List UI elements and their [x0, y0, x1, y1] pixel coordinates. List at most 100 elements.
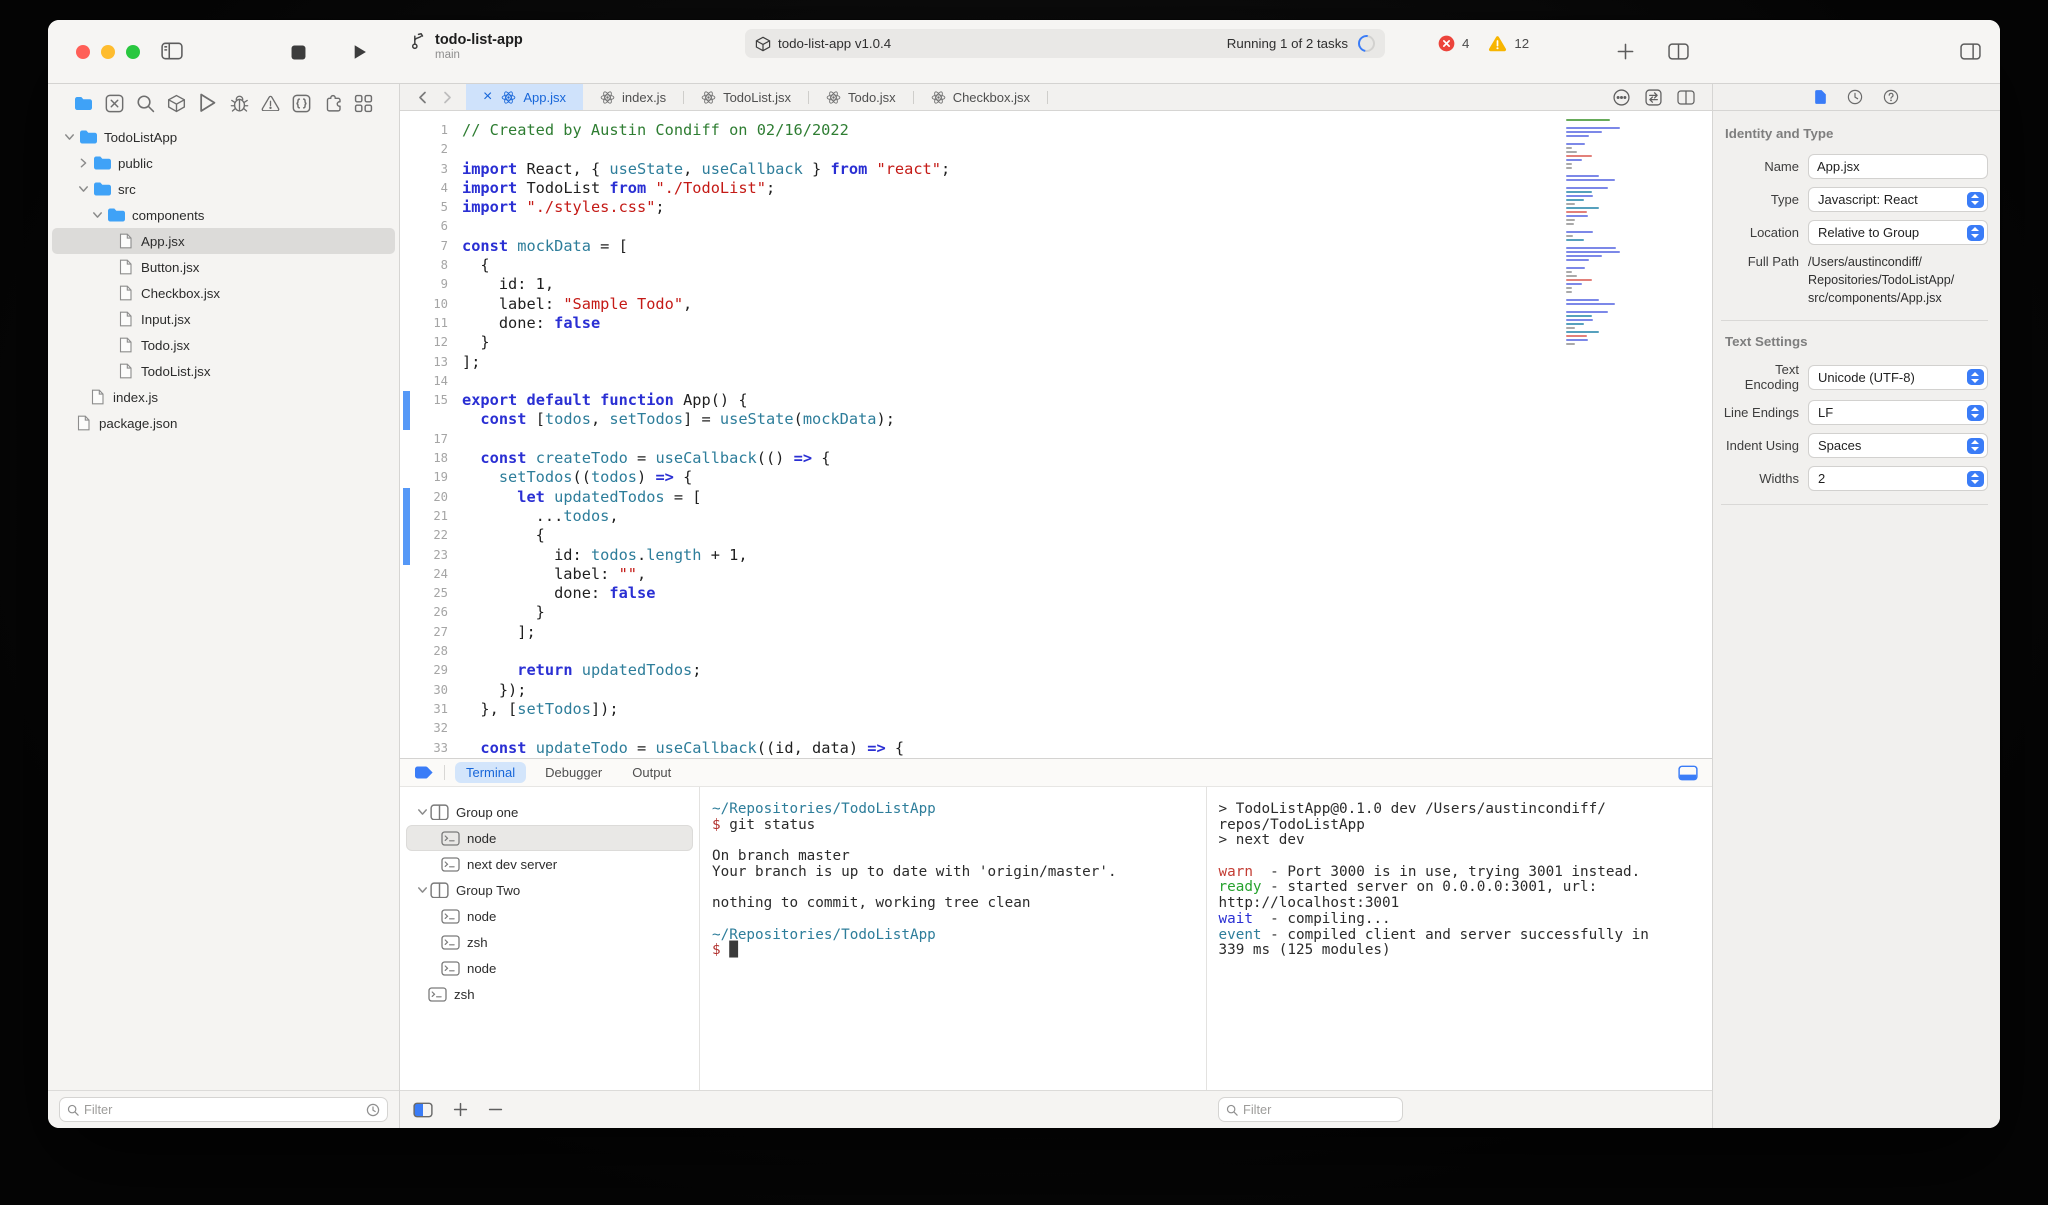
sidebar-item-app-jsx[interactable]: App.jsx — [52, 228, 395, 254]
terminal-split-toggle-icon[interactable] — [413, 1102, 433, 1118]
code-editor[interactable]: 1 // Created by Austin Condiff on 02/16/2… — [400, 111, 1712, 758]
code-line[interactable]: 20 let updatedTodos = [ — [400, 487, 1712, 507]
chevron-right-icon[interactable] — [76, 158, 91, 168]
code-line[interactable]: 13]; — [400, 353, 1712, 372]
project-title-block[interactable]: todo-list-app main — [410, 31, 523, 62]
sidebar-filter-input[interactable] — [79, 1102, 366, 1117]
sidebar-item-src[interactable]: src — [52, 176, 395, 202]
chevron-down-icon[interactable] — [415, 807, 430, 817]
terminal-item-zsh[interactable]: zsh — [406, 981, 693, 1007]
code-line[interactable]: const [todos, setTodos] = useState(mockD… — [400, 410, 1712, 430]
swap-file-icon[interactable] — [1645, 88, 1662, 106]
search-navigator-icon[interactable] — [136, 94, 155, 113]
code-line[interactable]: 19 setTodos((todos) => { — [400, 468, 1712, 487]
code-line[interactable]: 30 }); — [400, 681, 1712, 700]
line-endings-dropdown[interactable]: LF — [1808, 400, 1988, 425]
package-navigator-icon[interactable] — [167, 94, 186, 113]
code-line[interactable]: 6 — [400, 217, 1712, 236]
sidebar-item-checkbox-jsx[interactable]: Checkbox.jsx — [52, 280, 395, 306]
status-bar[interactable]: todo-list-app v1.0.4 Running 1 of 2 task… — [745, 29, 1385, 58]
code-line[interactable]: 22 { — [400, 526, 1712, 546]
file-inspector-icon[interactable] — [1814, 89, 1827, 105]
type-dropdown[interactable]: Javascript: React — [1808, 187, 1988, 212]
panel-tab-output[interactable]: Output — [621, 762, 682, 783]
forward-button[interactable] — [443, 91, 452, 104]
sidebar-filter[interactable] — [59, 1097, 388, 1122]
issues-navigator-icon[interactable] — [261, 94, 280, 113]
back-button[interactable] — [418, 91, 427, 104]
run-button[interactable] — [352, 44, 367, 60]
tab-todolist-jsx[interactable]: TodoList.jsx — [684, 84, 808, 110]
code-line[interactable]: 33 const updateTodo = useCallback((id, d… — [400, 739, 1712, 758]
name-field[interactable] — [1808, 154, 1988, 179]
code-line[interactable]: 26 } — [400, 603, 1712, 622]
chevron-down-icon[interactable] — [62, 132, 77, 142]
code-line[interactable]: 15 export default function App() { — [400, 391, 1712, 411]
code-line[interactable]: 5 import "./styles.css"; — [400, 198, 1712, 217]
add-tab-button[interactable] — [1616, 42, 1635, 61]
close-button[interactable] — [76, 45, 90, 59]
code-line[interactable]: 21 ...todos, — [400, 506, 1712, 527]
help-inspector-icon[interactable] — [1883, 89, 1899, 105]
tab-app-jsx[interactable]: × App.jsx — [466, 84, 583, 110]
terminal-item-node[interactable]: node — [406, 955, 693, 981]
editor-layout-button[interactable] — [1668, 43, 1689, 60]
code-line[interactable]: 18 const createTodo = useCallback(() => … — [400, 449, 1712, 468]
tab-checkbox-jsx[interactable]: Checkbox.jsx — [914, 84, 1047, 110]
tab-todo-jsx[interactable]: Todo.jsx — [809, 84, 913, 110]
sidebar-item-public[interactable]: public — [52, 150, 395, 176]
code-line[interactable]: 3 import React, { useState, useCallback }… — [400, 160, 1712, 179]
overview-navigator-icon[interactable] — [354, 94, 373, 113]
stop-button[interactable] — [291, 45, 306, 60]
code-line[interactable]: 24 label: "", — [400, 565, 1712, 584]
terminal-output-middle[interactable]: ~/Repositories/TodoListApp $ git status O… — [700, 787, 1207, 1090]
code-line[interactable]: 31 }, [setTodos]); — [400, 700, 1712, 719]
code-line[interactable]: 12 } — [400, 333, 1712, 352]
collapse-panel-icon[interactable] — [1678, 765, 1698, 781]
inspector-toggle-button[interactable] — [1960, 43, 1981, 60]
run-navigator-icon[interactable] — [198, 93, 217, 113]
panel-tab-terminal[interactable]: Terminal — [455, 762, 527, 783]
encoding-dropdown[interactable]: Unicode (UTF-8) — [1808, 364, 1988, 390]
zoom-button[interactable] — [126, 45, 140, 59]
minimap[interactable] — [1566, 119, 1620, 347]
tab-index-js[interactable]: index.js — [583, 84, 683, 110]
symbols-navigator-icon[interactable] — [105, 94, 124, 113]
terminal-filter-input[interactable] — [1238, 1102, 1395, 1117]
debug-navigator-icon[interactable] — [230, 94, 249, 113]
sidebar-item-index-js[interactable]: index.js — [52, 384, 395, 410]
sidebar-item-package-json[interactable]: package.json — [52, 410, 395, 436]
code-line[interactable]: 9 id: 1, — [400, 275, 1712, 294]
code-line[interactable]: 28 — [400, 642, 1712, 661]
extensions-navigator-icon[interactable] — [323, 94, 342, 113]
remove-terminal-button[interactable] — [488, 1102, 503, 1117]
code-line[interactable]: 7 const mockData = [ — [400, 237, 1712, 256]
code-line[interactable]: 23 id: todos.length + 1, — [400, 545, 1712, 565]
code-line[interactable]: 1 // Created by Austin Condiff on 02/16/2… — [400, 121, 1712, 140]
terminal-filter[interactable] — [1218, 1097, 1403, 1122]
close-tab-icon[interactable]: × — [483, 89, 492, 105]
terminal-item-next-dev-server[interactable]: next dev server — [406, 851, 693, 877]
chevron-down-icon[interactable] — [90, 210, 105, 220]
chevron-down-icon[interactable] — [76, 184, 91, 194]
sidebar-item-button-jsx[interactable]: Button.jsx — [52, 254, 395, 280]
location-dropdown[interactable]: Relative to Group — [1808, 220, 1988, 245]
code-line[interactable]: 11 done: false — [400, 314, 1712, 333]
flag-icon[interactable] — [414, 765, 434, 780]
widths-stepper[interactable]: 2 — [1808, 466, 1988, 491]
sidebar-toggle-button[interactable] — [161, 42, 183, 60]
sidebar-item-components[interactable]: components — [52, 202, 395, 228]
chevron-down-icon[interactable] — [415, 885, 430, 895]
panel-tab-debugger[interactable]: Debugger — [534, 762, 613, 783]
terminal-item-group-one[interactable]: Group one — [406, 799, 693, 825]
terminal-output-right[interactable]: > TodoListApp@0.1.0 dev /Users/austincon… — [1207, 787, 1713, 1090]
code-line[interactable]: 32 — [400, 719, 1712, 738]
code-line[interactable]: 25 done: false — [400, 584, 1712, 603]
terminal-item-node[interactable]: node — [406, 903, 693, 929]
code-line[interactable]: 2 — [400, 140, 1712, 159]
minimize-button[interactable] — [101, 45, 115, 59]
filter-history-icon[interactable] — [366, 1103, 380, 1117]
more-actions-icon[interactable] — [1613, 88, 1630, 106]
add-terminal-button[interactable] — [453, 1102, 468, 1117]
code-line[interactable]: 4 import TodoList from "./TodoList"; — [400, 179, 1712, 198]
